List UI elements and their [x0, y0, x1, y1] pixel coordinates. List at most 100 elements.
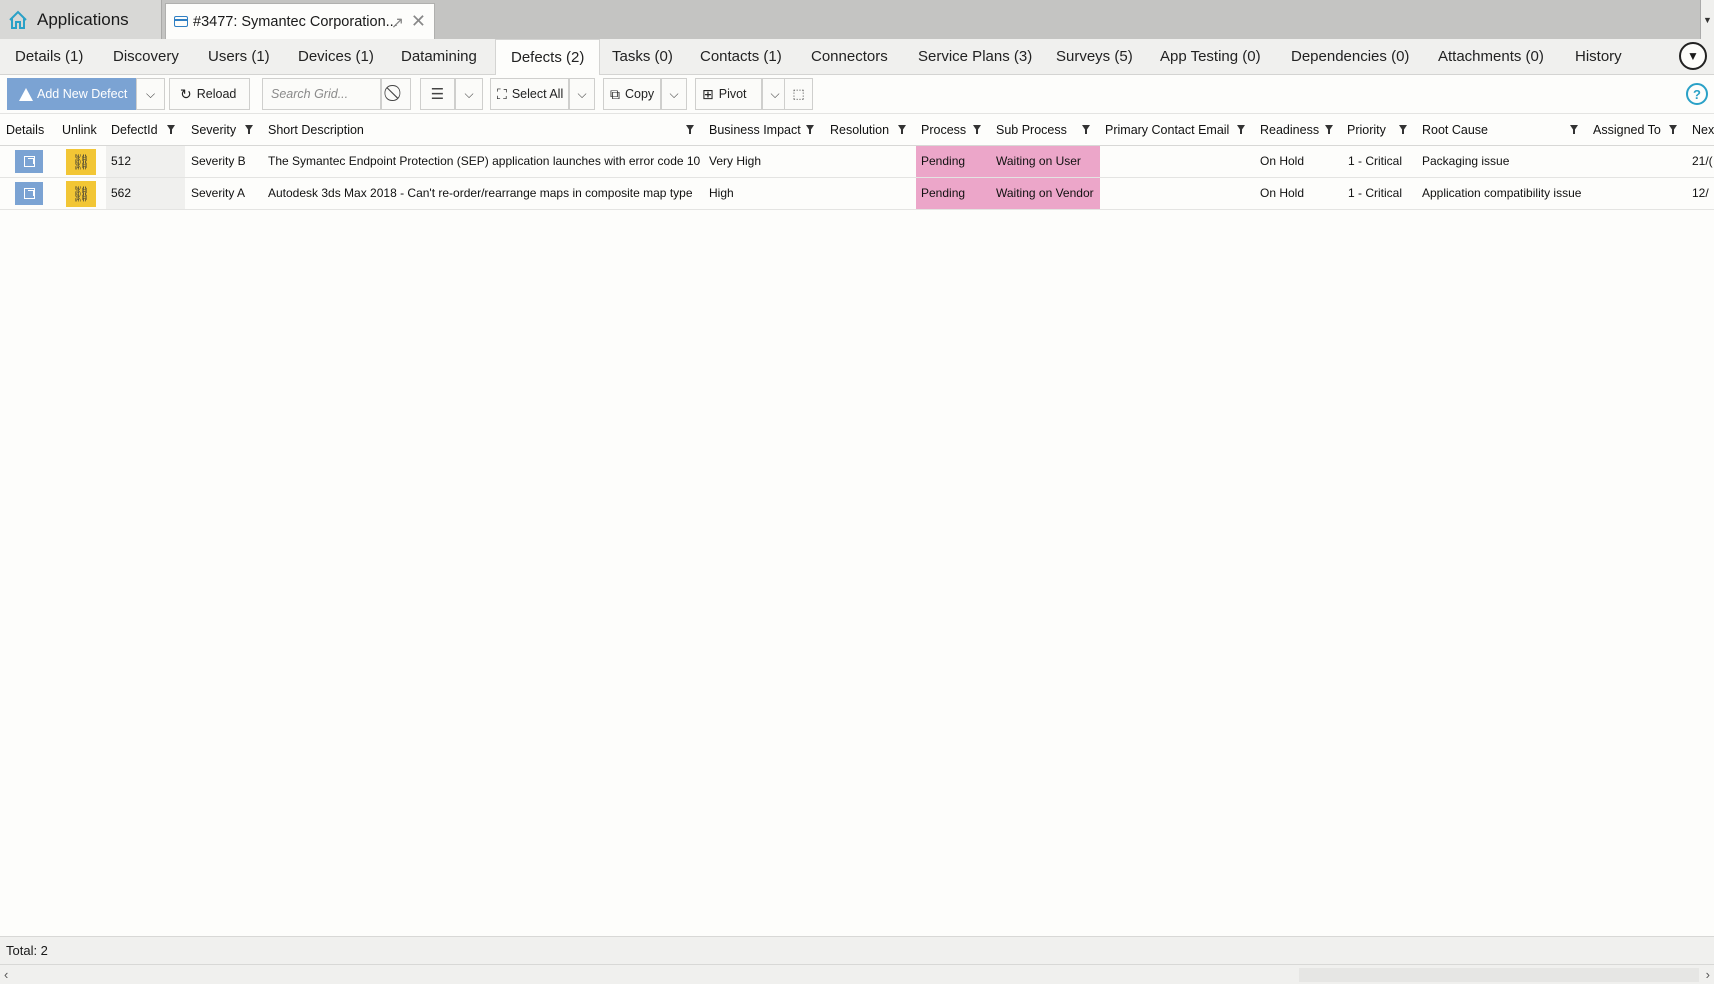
tab-contacts[interactable]: Contacts (1): [700, 39, 782, 75]
warning-icon: [19, 87, 33, 101]
document-tab-label: #3477: Symantec Corporation...: [193, 13, 398, 30]
tab-dependencies[interactable]: Dependencies (0): [1291, 39, 1409, 75]
cell-severity: Severity A: [191, 186, 246, 200]
tab-service-plans[interactable]: Service Plans (3): [918, 39, 1032, 75]
copy-icon: ⧉: [610, 85, 620, 102]
cell-sub-process: Waiting on Vendor: [991, 178, 1100, 209]
applications-tab-label: Applications: [37, 9, 129, 29]
help-icon[interactable]: ?: [1686, 83, 1708, 105]
applications-tab[interactable]: Applications: [0, 0, 162, 39]
scrollbar-track[interactable]: [1299, 968, 1699, 982]
column-header-next[interactable]: Nex: [1692, 115, 1714, 146]
card-icon: [174, 16, 188, 27]
column-header-severity[interactable]: Severity: [191, 115, 236, 146]
cell-severity: Severity B: [191, 154, 246, 168]
filter-icon[interactable]: [1237, 125, 1245, 134]
unlink-icon[interactable]: ⛓: [66, 149, 96, 175]
column-header-business-impact[interactable]: Business Impact: [709, 115, 801, 146]
filter-icon[interactable]: [1669, 125, 1677, 134]
tab-overflow-button[interactable]: ▼: [1700, 0, 1714, 39]
filter-icon[interactable]: [898, 125, 906, 134]
tab-devices[interactable]: Devices (1): [298, 39, 374, 75]
filter-icon[interactable]: [973, 125, 981, 134]
select-all-dropdown[interactable]: ⌵: [569, 78, 595, 110]
document-tab[interactable]: #3477: Symantec Corporation... ↗ ✕: [165, 3, 435, 39]
tab-discovery[interactable]: Discovery: [113, 39, 179, 75]
column-header-readiness[interactable]: Readiness: [1260, 115, 1319, 146]
pivot-icon: ⊞: [702, 85, 714, 102]
selection-icon[interactable]: ⬚: [784, 78, 813, 110]
scroll-left-icon[interactable]: ‹: [4, 967, 8, 982]
close-icon[interactable]: ✕: [411, 11, 426, 32]
filter-icon[interactable]: [1082, 125, 1090, 134]
tab-attachments[interactable]: Attachments (0): [1438, 39, 1544, 75]
tab-datamining[interactable]: Datamining: [401, 39, 477, 75]
filter-icon[interactable]: [167, 125, 175, 134]
tab-connectors[interactable]: Connectors: [811, 39, 888, 75]
copy-dropdown[interactable]: ⌵: [661, 78, 687, 110]
add-options-dropdown[interactable]: ⌵: [136, 78, 165, 110]
align-icon[interactable]: ☰: [420, 78, 455, 110]
copy-button[interactable]: ⧉ Copy: [603, 78, 661, 110]
filter-icon[interactable]: [1570, 125, 1578, 134]
horizontal-scrollbar[interactable]: ‹ ›: [0, 964, 1714, 984]
filter-icon[interactable]: [1399, 125, 1407, 134]
search-input[interactable]: Search Grid...: [262, 78, 381, 110]
add-new-defect-button[interactable]: Add New Defect: [7, 78, 136, 110]
align-dropdown[interactable]: ⌵: [455, 78, 483, 110]
column-header-unlink[interactable]: Unlink: [62, 115, 97, 146]
unlink-icon[interactable]: ⛓: [66, 181, 96, 207]
column-header-defect-id[interactable]: DefectId: [111, 115, 158, 146]
cell-business-impact: Very High: [709, 154, 762, 168]
cell-next: 12/: [1692, 186, 1709, 200]
column-header-priority[interactable]: Priority: [1347, 115, 1386, 146]
cell-process: Pending: [916, 178, 991, 209]
tab-surveys[interactable]: Surveys (5): [1056, 39, 1133, 75]
reload-button[interactable]: ↻ Reload: [169, 78, 250, 110]
menu-circle-icon[interactable]: ▼: [1679, 42, 1707, 70]
clear-search-icon[interactable]: ⃠: [381, 78, 411, 110]
scroll-right-icon[interactable]: ›: [1706, 967, 1710, 982]
cell-defect-id: 512: [106, 146, 185, 177]
cell-next: 21/(: [1692, 154, 1713, 168]
grid-footer: Total: 2: [0, 936, 1714, 964]
open-details-icon[interactable]: [15, 182, 43, 205]
tab-details[interactable]: Details (1): [15, 39, 83, 75]
select-all-button[interactable]: ⛶ Select All: [490, 78, 569, 110]
cell-business-impact: High: [709, 186, 734, 200]
open-details-icon[interactable]: [15, 150, 43, 173]
table-row[interactable]: ⛓ 512 Severity B The Symantec Endpoint P…: [0, 146, 1714, 178]
tab-users[interactable]: Users (1): [208, 39, 270, 75]
total-count: Total: 2: [6, 943, 48, 958]
cell-process: Pending: [916, 146, 991, 177]
column-header-process[interactable]: Process: [921, 115, 966, 146]
window-tab-strip: Applications #3477: Symantec Corporation…: [0, 0, 1714, 39]
column-header-resolution[interactable]: Resolution: [830, 115, 889, 146]
cell-root-cause: Application compatibility issue: [1422, 186, 1582, 200]
cell-defect-id: 562: [106, 178, 185, 209]
select-all-label: Select All: [511, 87, 564, 101]
tab-defects[interactable]: Defects (2): [495, 39, 601, 76]
reload-icon: ↻: [180, 85, 192, 102]
column-header-primary-contact-email[interactable]: Primary Contact Email: [1105, 115, 1229, 146]
pivot-button[interactable]: ⊞ Pivot: [695, 78, 762, 110]
column-header-short-description[interactable]: Short Description: [268, 115, 364, 146]
tab-tasks[interactable]: Tasks (0): [612, 39, 673, 75]
column-header-assigned-to[interactable]: Assigned To: [1593, 115, 1661, 146]
grid-header: Details Unlink DefectId Severity Short D…: [0, 115, 1714, 146]
filter-icon[interactable]: [686, 125, 694, 134]
search-placeholder: Search Grid...: [271, 87, 349, 101]
section-tabs: Details (1) Discovery Users (1) Devices …: [0, 39, 1714, 76]
column-header-sub-process[interactable]: Sub Process: [996, 115, 1067, 146]
cell-sub-process: Waiting on User: [991, 146, 1100, 177]
filter-icon[interactable]: [245, 125, 253, 134]
tab-history[interactable]: History: [1575, 39, 1622, 75]
popout-icon[interactable]: ↗: [391, 13, 404, 33]
tab-app-testing[interactable]: App Testing (0): [1160, 39, 1261, 75]
table-row[interactable]: ⛓ 562 Severity A Autodesk 3ds Max 2018 -…: [0, 178, 1714, 210]
column-header-root-cause[interactable]: Root Cause: [1422, 115, 1488, 146]
home-icon: [9, 10, 27, 29]
filter-icon[interactable]: [1325, 125, 1333, 134]
filter-icon[interactable]: [806, 125, 814, 134]
column-header-details[interactable]: Details: [6, 115, 44, 146]
